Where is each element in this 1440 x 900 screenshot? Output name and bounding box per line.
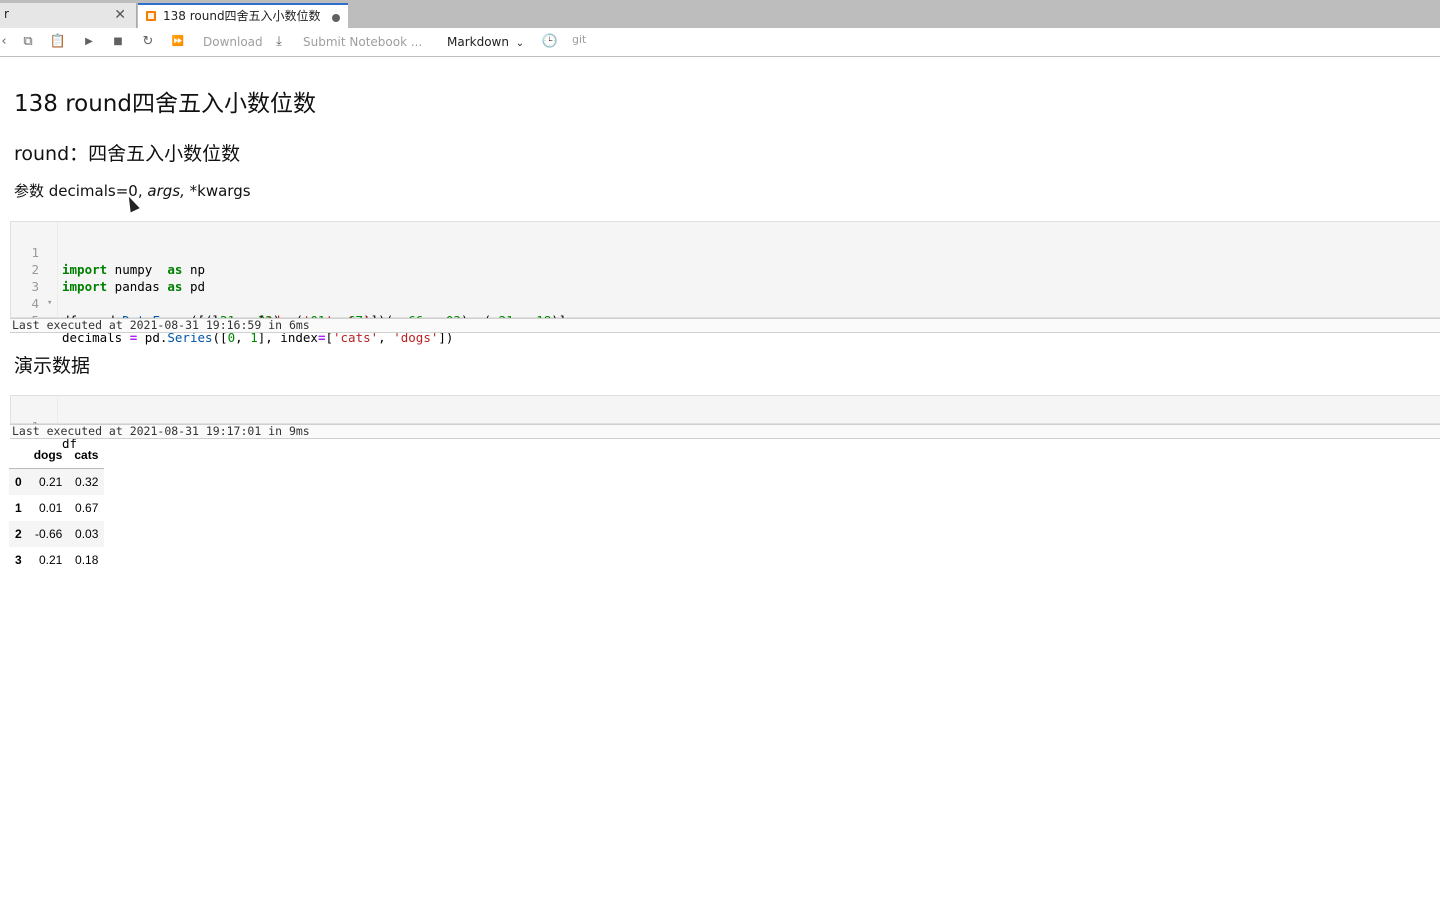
column-header: cats — [68, 442, 105, 469]
paste-icon[interactable]: 📋 — [48, 28, 68, 56]
cell-type-select[interactable]: Markdown ⌄ — [447, 28, 524, 56]
table-cell: -0.66 — [35, 527, 63, 541]
table-row: 1 0.01 0.67 — [9, 495, 104, 521]
code-line: 4 columns=['dogs', 'cats']) — [11, 278, 1411, 328]
code-line: 1 import numpy as np — [11, 227, 1411, 277]
section-heading: round：四舍五入小数位数 — [14, 143, 241, 165]
cell-type-label: Markdown — [447, 35, 509, 49]
chevron-down-icon: ⌄ — [515, 38, 525, 49]
table-cell: 0.03 — [75, 527, 99, 541]
code-line: 2 import pandas as pd — [11, 244, 1411, 294]
notebook-toolbar: ‹ ⧉ 📋 ▶ ■ ↻ ⏩ Download ⤓ Submit Notebook… — [0, 28, 1440, 57]
clock-icon[interactable]: 🕒 — [540, 28, 560, 56]
stop-icon[interactable]: ■ — [108, 28, 128, 56]
row-index: 3 — [15, 553, 22, 567]
params-prefix: 参数 decimals=0, — [14, 182, 143, 200]
tab-notebook[interactable]: 138 round四舍五入小数位数 — [138, 3, 348, 28]
execution-info: Last executed at 2021-08-31 19:17:01 in … — [10, 424, 1440, 439]
code-line: 3 ▾ df = pd.DataFrame([(.21, .32), (.01,… — [11, 261, 1411, 328]
table-cell: 0.32 — [75, 475, 99, 489]
row-index: 1 — [15, 501, 22, 515]
tab-label: r — [4, 7, 9, 21]
row-index: 2 — [15, 527, 22, 541]
tab-other[interactable]: r ✕ — [0, 3, 137, 28]
table-header-row: dogs cats — [9, 442, 105, 469]
code-line: 1 df — [11, 401, 1411, 451]
tab-bar: r ✕ 138 round四舍五入小数位数 — [0, 0, 1440, 28]
params-args: args, — [147, 182, 185, 200]
table-row: 3 0.21 0.18 — [9, 547, 104, 573]
code-cell-1[interactable]: 1 import numpy as np 2 import pandas as … — [10, 221, 1440, 345]
play-icon[interactable]: ▶ — [79, 28, 99, 56]
restart-icon[interactable]: ↻ — [138, 28, 158, 56]
submit-notebook-button[interactable]: Submit Notebook ... — [303, 28, 422, 56]
chevron-left-icon[interactable]: ‹ — [0, 28, 14, 56]
section-heading: 演示数据 — [14, 355, 91, 377]
download-icon[interactable]: ⤓ — [269, 28, 289, 56]
index-header — [9, 442, 28, 469]
close-icon[interactable]: ✕ — [114, 3, 126, 27]
table-cell: 0.67 — [75, 501, 99, 515]
download-button[interactable]: Download — [203, 28, 263, 56]
code-cell-2[interactable]: 1 df — [10, 395, 1440, 451]
table-row: 2 -0.66 0.03 — [9, 521, 105, 547]
params-kwargs: *kwargs — [189, 182, 251, 200]
column-header: dogs — [27, 442, 69, 469]
execution-info: Last executed at 2021-08-31 19:16:59 in … — [10, 318, 1440, 333]
table-row: 0 0.21 0.32 — [9, 468, 105, 495]
table-cell: 0.21 — [39, 553, 63, 567]
git-button[interactable]: git — [572, 26, 586, 54]
copy-icon[interactable]: ⧉ — [18, 28, 38, 56]
notebook-icon — [146, 11, 156, 21]
unsaved-dot-icon[interactable] — [332, 14, 340, 22]
code-line: 5 decimals = pd.Series([0, 1], index=['c… — [11, 295, 1411, 345]
table-cell: 0.01 — [39, 501, 63, 515]
dataframe-output: dogs cats 0 0.21 0.32 1 0.01 0.67 2 -0.6… — [9, 442, 105, 573]
table-cell: 0.18 — [75, 553, 99, 567]
page-title: 138 round四舍五入小数位数 — [14, 91, 316, 117]
tab-label: 138 round四舍五入小数位数 — [163, 9, 321, 23]
fast-forward-icon[interactable]: ⏩ — [168, 28, 188, 56]
table-cell: 0.21 — [39, 475, 63, 489]
row-index: 0 — [15, 475, 22, 489]
